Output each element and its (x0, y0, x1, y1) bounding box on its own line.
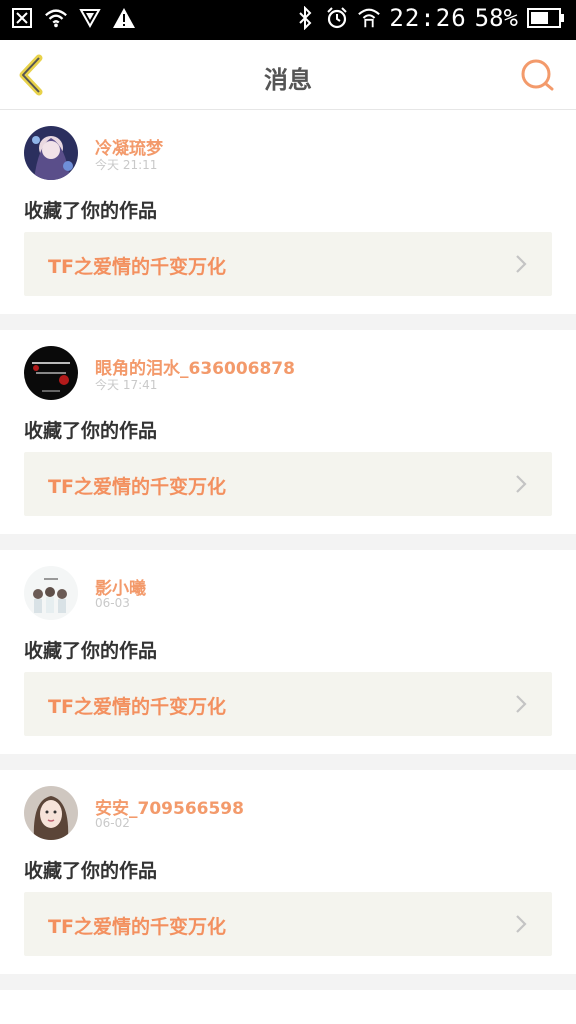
avatar[interactable] (24, 346, 78, 400)
wifi-icon (44, 6, 68, 30)
list-item: 冷凝琉梦 今天 21:11 收藏了你的作品 TF之爱情的千变万化 (0, 110, 576, 314)
battery-percent: 58% (474, 4, 518, 32)
divider (0, 534, 576, 550)
work-link[interactable]: TF之爱情的千变万化 (24, 452, 552, 516)
clock-time: 22:26 (389, 4, 467, 32)
chevron-right-icon (516, 695, 527, 713)
nav-header: 消息 (0, 40, 576, 110)
avatar[interactable] (24, 126, 78, 180)
chevron-right-icon (516, 475, 527, 493)
action-text: 收藏了你的作品 (24, 640, 158, 662)
work-link[interactable]: TF之爱情的千变万化 (24, 232, 552, 296)
work-title: TF之爱情的千变万化 (48, 476, 226, 498)
message-time: 今天 21:11 (95, 158, 158, 172)
alarm-icon (325, 6, 349, 30)
avatar[interactable] (24, 786, 78, 840)
chevron-right-icon (516, 255, 527, 273)
page-title: 消息 (264, 66, 312, 94)
divider (0, 754, 576, 770)
list-item: 影小曦 06-03 收藏了你的作品 TF之爱情的千变万化 (0, 550, 576, 754)
divider (0, 314, 576, 330)
work-link[interactable]: TF之爱情的千变万化 (24, 672, 552, 736)
action-text: 收藏了你的作品 (24, 420, 158, 442)
battery-icon (526, 6, 566, 30)
bluetooth-icon (293, 6, 317, 30)
message-time: 今天 17:41 (95, 378, 158, 392)
work-title: TF之爱情的千变万化 (48, 916, 226, 938)
action-text: 收藏了你的作品 (24, 200, 158, 222)
divider (0, 974, 576, 990)
list-item: 安安_709566598 06-02 收藏了你的作品 TF之爱情的千变万化 (0, 770, 576, 974)
avatar[interactable] (24, 566, 78, 620)
list-item: 眼角的泪水_636006878 今天 17:41 收藏了你的作品 TF之爱情的千… (0, 330, 576, 534)
search-button[interactable] (516, 54, 558, 96)
work-title: TF之爱情的千变万化 (48, 256, 226, 278)
message-time: 06-02 (95, 816, 130, 830)
wifi-call-icon (357, 6, 381, 30)
vpn-shield-icon (78, 6, 102, 30)
status-bar: 22:26 58% (0, 0, 576, 40)
search-icon (521, 59, 554, 91)
message-list: 冷凝琉梦 今天 21:11 收藏了你的作品 TF之爱情的千变万化 眼角的泪水_6… (0, 110, 576, 990)
message-time: 06-03 (95, 596, 130, 610)
chevron-right-icon (516, 915, 527, 933)
warning-icon (112, 6, 136, 30)
action-text: 收藏了你的作品 (24, 860, 158, 882)
work-title: TF之爱情的千变万化 (48, 696, 226, 718)
close-box-icon (10, 6, 34, 30)
work-link[interactable]: TF之爱情的千变万化 (24, 892, 552, 956)
